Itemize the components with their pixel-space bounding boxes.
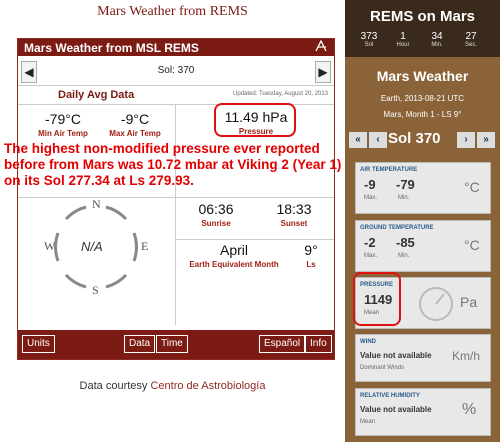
- rems-logo-icon: [314, 39, 328, 55]
- widget-footer: Units Data Time Español Info: [18, 330, 334, 359]
- info-button[interactable]: Info: [305, 335, 332, 353]
- widget-header: Mars Weather from MSL REMS: [18, 39, 334, 56]
- compass-s: S: [92, 283, 99, 297]
- pressure-card-highlight: [353, 272, 401, 326]
- humidity-label: Mean: [360, 419, 376, 425]
- rems-panel: REMS on Mars 373 Sol 1 Hour 34 Min. 27 Sec. …: [345, 0, 500, 442]
- time-sol-unit: Sol: [364, 42, 374, 48]
- humidity-unit: %: [462, 401, 477, 418]
- air-title: AIR TEMPERATURE: [360, 167, 418, 173]
- ground-max: -2: [364, 235, 376, 250]
- ground-max-label: Max.: [364, 253, 378, 259]
- time-sol: 373 Sol: [355, 31, 383, 48]
- first-sol-button[interactable]: «: [349, 132, 367, 148]
- time-sec-unit: Sec.: [464, 42, 477, 48]
- time-button[interactable]: Time: [156, 335, 188, 353]
- air-max: -9: [364, 177, 376, 192]
- time-min-unit: Min.: [431, 42, 443, 48]
- wind-label: Dominant Winds: [360, 365, 405, 371]
- credit-link[interactable]: Centro de Astrobiología: [150, 380, 265, 392]
- panel-sol: Sol 370: [388, 130, 441, 147]
- ground-min: -85: [396, 235, 415, 250]
- divider: [176, 239, 334, 240]
- wind-card: WIND Value not available Dominant Winds …: [355, 334, 491, 382]
- ls-value: 9°: [304, 242, 318, 258]
- time-sec-value: 27: [465, 31, 477, 42]
- min-air-temp-value: -79°C: [45, 111, 81, 127]
- sol-label: Sol: 370: [157, 65, 195, 76]
- wind-compass: N S W E N/A: [44, 197, 149, 297]
- air-temperature-card: AIR TEMPERATURE -9 Max. -79 Min. °C: [355, 162, 491, 214]
- humidity-title: RELATIVE HUMIDITY: [360, 393, 420, 399]
- ground-unit: °C: [464, 237, 480, 253]
- wind-unit: Km/h: [452, 349, 481, 363]
- month-value: April: [219, 242, 248, 258]
- max-air-temp-value: -9°C: [120, 111, 150, 127]
- pressure-highlight: [214, 103, 296, 137]
- compass-w: W: [44, 239, 56, 253]
- air-unit: °C: [464, 179, 480, 195]
- max-air-temp-label: Max Air Temp: [109, 129, 161, 138]
- wind-direction-value: N/A: [81, 239, 103, 254]
- ground-temperature-card: GROUND TEMPERATURE -2 Max. -85 Min. °C: [355, 220, 491, 272]
- panel-header: REMS on Mars 373 Sol 1 Hour 34 Min. 27 Sec.: [345, 0, 500, 57]
- earth-date: Earth, 2013-08-21 UTC: [380, 94, 465, 103]
- page-root: Mars Weather from REMS Mars Weather from…: [0, 0, 500, 442]
- mars-date: Mars, Month 1 - LS 9°: [383, 110, 462, 119]
- earth-month: April Earth Equivalent Month: [178, 242, 290, 269]
- pressure-unit: Pa: [460, 294, 478, 310]
- sunrise-value: 06:36: [198, 201, 234, 217]
- credit-prefix: Data courtesy: [79, 380, 151, 392]
- updated-text: Updated: Tuesday, August 20, 2013: [233, 91, 328, 97]
- gauge-icon: [419, 287, 453, 321]
- wind-value: Value not available: [360, 351, 432, 360]
- panel-title: REMS on Mars: [369, 8, 475, 25]
- min-air-temp-label: Min Air Temp: [38, 129, 88, 138]
- humidity-value: Value not available: [360, 405, 432, 414]
- compass-e: E: [141, 239, 149, 253]
- next-sol-button[interactable]: ▶: [315, 61, 331, 83]
- daily-title: Daily Avg Data: [58, 89, 135, 101]
- divider: [175, 105, 176, 325]
- ground-min-label: Min.: [398, 253, 410, 259]
- data-button[interactable]: Data: [124, 335, 156, 353]
- max-air-temp: -9°C Max Air Temp: [100, 111, 170, 138]
- sunset-label: Sunset: [280, 219, 308, 228]
- time-hour-value: 1: [400, 31, 406, 42]
- widget-title: Mars Weather from MSL REMS: [24, 41, 199, 55]
- units-button[interactable]: Units: [22, 335, 55, 353]
- time-hour-unit: Hour: [396, 42, 410, 48]
- next-sol-panel-button[interactable]: ›: [457, 132, 475, 148]
- sunset-value: 18:33: [276, 201, 312, 217]
- ground-title: GROUND TEMPERATURE: [360, 225, 434, 231]
- sol-navigator: « ‹ Sol 370 › »: [345, 130, 500, 152]
- air-min: -79: [396, 177, 415, 192]
- sunrise-label: Sunrise: [201, 219, 231, 228]
- time-sol-value: 373: [360, 31, 378, 42]
- page-title: Mars Weather from REMS: [97, 4, 248, 19]
- pressure-annotation: The highest non-modified pressure ever r…: [4, 141, 342, 188]
- ls-label: Ls: [306, 260, 316, 269]
- solar-longitude: 9° Ls: [290, 242, 332, 269]
- month-label: Earth Equivalent Month: [189, 260, 279, 269]
- prev-sol-panel-button[interactable]: ‹: [369, 132, 387, 148]
- last-sol-button[interactable]: »: [477, 132, 495, 148]
- time-sec: 27 Sec.: [457, 31, 485, 48]
- mars-weather-title: Mars Weather: [376, 68, 469, 84]
- sol-bar: ◀ Sol: 370 ▶: [18, 58, 334, 86]
- wind-title: WIND: [360, 339, 376, 345]
- air-min-label: Min.: [398, 195, 410, 201]
- espanol-button[interactable]: Español: [259, 335, 306, 353]
- sunrise: 06:36 Sunrise: [178, 201, 254, 228]
- time-min: 34 Min.: [423, 31, 451, 48]
- humidity-card: RELATIVE HUMIDITY Value not available Me…: [355, 388, 491, 436]
- time-hour: 1 Hour: [389, 31, 417, 48]
- compass-n: N: [92, 197, 101, 211]
- min-air-temp: -79°C Min Air Temp: [28, 111, 98, 138]
- weather-widget: Mars Weather from MSL REMS ◀ Sol: 370 ▶ …: [17, 38, 335, 360]
- time-min-value: 34: [431, 31, 443, 42]
- credit-line: Data courtesy Centro de Astrobiología: [0, 380, 345, 392]
- sunset: 18:33 Sunset: [256, 201, 332, 228]
- air-max-label: Max.: [364, 195, 378, 201]
